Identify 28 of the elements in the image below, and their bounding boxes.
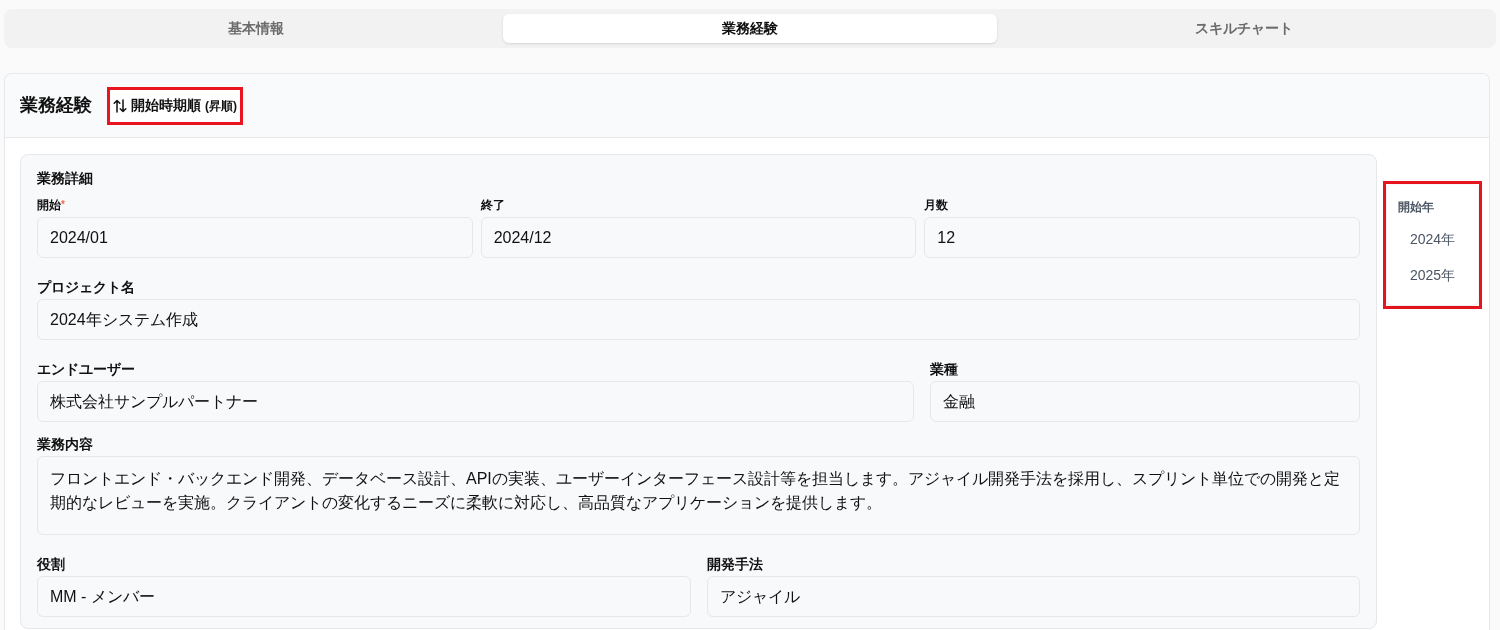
field-label: 業種	[929, 360, 959, 378]
input-field[interactable]: 2024/12	[480, 217, 917, 258]
sort-arrows-icon	[113, 98, 127, 113]
input-field[interactable]: 株式会社サンプルパートナー	[37, 381, 914, 422]
text-area[interactable]: フロントエンド・バックエンド開発、データベース設計、APIの実装、ユーザーインターフェース設計等を担当します。アジャイル開発手法を採用し、スプリント単位での開発と定期的なレビューを実施。クライアントの変化するニーズに柔軟に対応し、高品質なアプリケーションを提供します。	[37, 456, 1360, 535]
input-field[interactable]: 12	[924, 217, 1360, 258]
input-field[interactable]: 2024年システム作成	[37, 299, 1360, 340]
input-field[interactable]: MM - メンバー	[37, 576, 691, 617]
tab[interactable]: スキルチャート	[997, 14, 1491, 43]
year-link[interactable]: 2025年	[1398, 257, 1456, 293]
card-title: 業務詳細	[37, 169, 94, 187]
nav-heading: 開始年	[1398, 199, 1435, 215]
field-label: 業務内容	[37, 435, 94, 453]
input-field[interactable]: 金融	[929, 381, 1360, 422]
field-label: エンドユーザー	[37, 360, 136, 378]
field-label: 役割	[37, 555, 66, 573]
field-label: 終了	[480, 197, 506, 213]
tab[interactable]: 基本情報	[9, 14, 503, 43]
field-label: プロジェクト名	[37, 278, 136, 296]
field-label: 月数	[924, 197, 950, 213]
field-label: 開始*	[37, 197, 66, 213]
field-label: 開発手法	[706, 555, 764, 573]
year-link[interactable]: 2024年	[1398, 221, 1456, 257]
input-field[interactable]: 2024/01	[37, 217, 473, 258]
sort-button[interactable]: 開始時期順 (昇順)	[110, 89, 240, 122]
tab[interactable]: 業務経験	[503, 14, 997, 43]
section-title: 業務経験	[20, 94, 92, 117]
input-field[interactable]: アジャイル	[706, 576, 1360, 617]
